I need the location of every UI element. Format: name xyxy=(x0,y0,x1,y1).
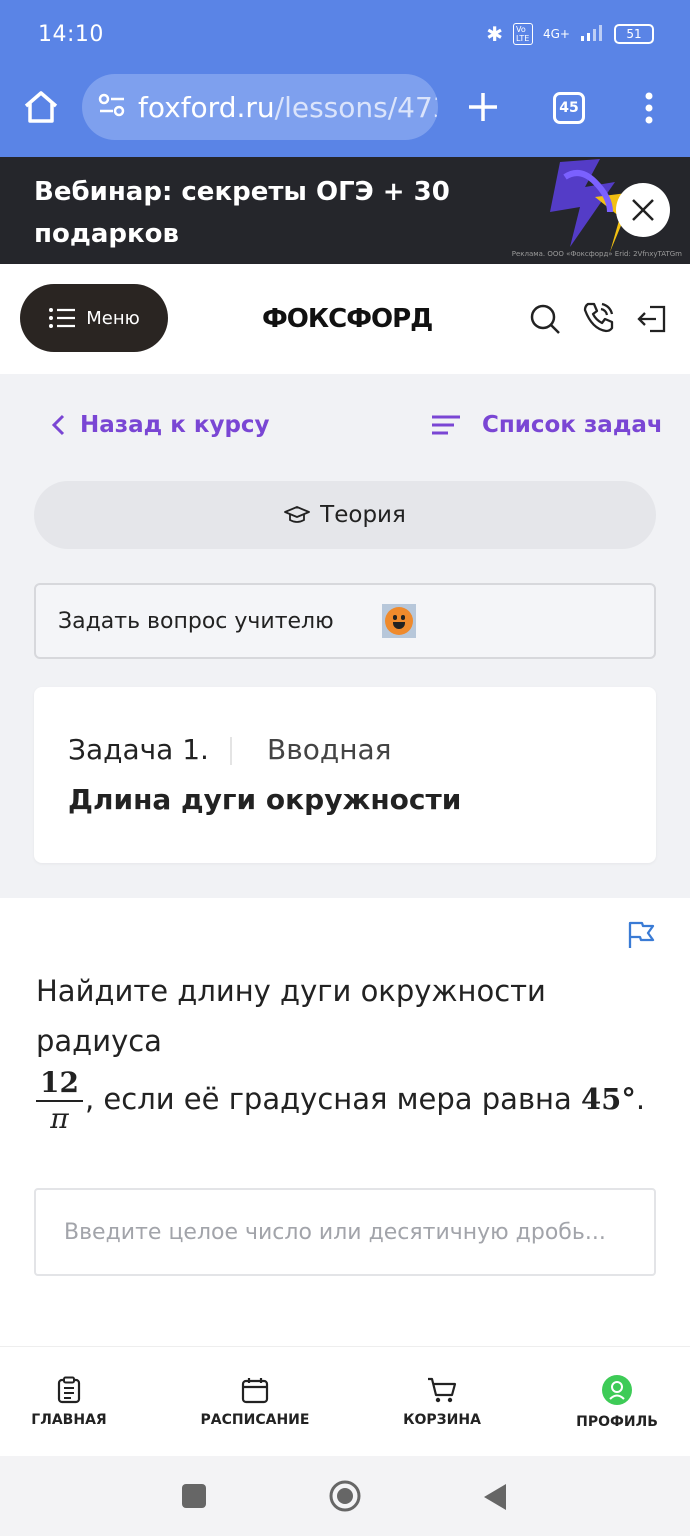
search-icon[interactable] xyxy=(528,302,562,340)
site-header: Меню ФОКСФОРД xyxy=(0,264,690,374)
problem-end: . xyxy=(635,1082,646,1116)
nav-home[interactable]: ГЛАВНАЯ xyxy=(20,1347,118,1457)
site-settings-icon[interactable] xyxy=(98,93,126,121)
url-text: foxford.ru/lessons/473 xyxy=(138,91,438,124)
problem-condition: , если её градусная мера равна xyxy=(84,1082,581,1116)
problem-line-2: 12 π , если её градусная мера равна 45°. xyxy=(36,1066,666,1136)
back-to-course-link[interactable]: Назад к курсу xyxy=(50,412,270,438)
status-icons: ✱ Vo LTE 4G+ 51 xyxy=(486,22,654,46)
recents-icon[interactable] xyxy=(182,1484,206,1508)
menu-icon xyxy=(49,308,76,328)
nav-schedule-label: РАСПИСАНИЕ xyxy=(200,1412,310,1428)
ad-close-button[interactable] xyxy=(616,183,670,237)
task-title: Длина дуги окружности xyxy=(68,783,462,816)
theory-button[interactable]: Теория xyxy=(34,481,656,549)
ask-teacher-button[interactable]: Задать вопрос учителю xyxy=(34,583,656,659)
more-menu-icon[interactable] xyxy=(644,92,654,128)
volte-badge: Vo LTE xyxy=(513,23,533,45)
nav-cart[interactable]: КОРЗИНА xyxy=(392,1347,492,1457)
site-logo[interactable]: ФОКСФОРД xyxy=(262,304,433,334)
problem-statement: Найдите длину дуги окружности радиуса 12… xyxy=(36,966,666,1136)
ask-teacher-label: Задать вопрос учителю xyxy=(58,608,334,634)
home-circle-icon[interactable] xyxy=(328,1479,362,1517)
back-triangle-icon[interactable] xyxy=(482,1482,508,1516)
degree-value: 45° xyxy=(581,1082,636,1116)
network-label: 4G+ xyxy=(543,27,570,41)
system-navigation-bar xyxy=(0,1456,690,1536)
task-list-label: Список задач xyxy=(482,412,663,438)
clipboard-icon xyxy=(57,1376,81,1404)
cart-icon xyxy=(428,1377,457,1403)
task-list-link[interactable]: Список задач xyxy=(432,412,663,438)
bluetooth-icon: ✱ xyxy=(486,22,503,46)
radius-fraction: 12 π xyxy=(36,1066,83,1136)
report-flag-icon[interactable] xyxy=(626,920,656,954)
login-icon[interactable] xyxy=(636,304,668,338)
signal-icon xyxy=(580,24,604,45)
tab-switcher-button[interactable]: 45 xyxy=(553,92,585,124)
fraction-numerator: 12 xyxy=(36,1066,83,1102)
bottom-navigation: ГЛАВНАЯ РАСПИСАНИЕ КОРЗИНА ПРОФИЛЬ xyxy=(0,1346,690,1456)
menu-button[interactable]: Меню xyxy=(20,284,168,352)
answer-input[interactable] xyxy=(34,1188,656,1276)
smiley-icon xyxy=(381,604,416,638)
nav-profile-label: ПРОФИЛЬ xyxy=(576,1414,658,1430)
fraction-denominator: π xyxy=(50,1102,69,1135)
url-host: foxford.ru xyxy=(138,90,275,124)
nav-schedule[interactable]: РАСПИСАНИЕ xyxy=(190,1347,320,1457)
ad-title: Вебинар: секреты ОГЭ + 30 подарков xyxy=(34,177,450,249)
list-icon xyxy=(432,415,460,435)
back-to-course-label: Назад к курсу xyxy=(80,412,270,438)
url-path: /lessons/473 xyxy=(274,90,438,124)
ad-banner[interactable]: Вебинар: секреты ОГЭ + 30 подарков Рекла… xyxy=(0,157,690,264)
new-tab-icon[interactable] xyxy=(466,90,500,128)
home-icon[interactable] xyxy=(22,88,60,130)
problem-line-1: Найдите длину дуги окружности радиуса xyxy=(36,974,546,1058)
ad-legal-text: Реклама. ООО «Фоксфорд» Erid: 2VfnxyTATG… xyxy=(511,250,682,258)
status-time: 14:10 xyxy=(38,22,104,47)
theory-label: Теория xyxy=(320,502,406,528)
avatar xyxy=(602,1375,632,1405)
chevron-left-icon xyxy=(51,414,65,436)
browser-chrome: 14:10 ✱ Vo LTE 4G+ 51 foxford.ru/lessons… xyxy=(0,0,690,157)
graduation-cap-icon xyxy=(284,506,311,523)
lesson-header-area: Назад к курсу Список задач Теория Задать… xyxy=(0,374,690,898)
task-number: Задача 1. xyxy=(68,733,209,766)
calendar-icon xyxy=(241,1378,269,1404)
nav-cart-label: КОРЗИНА xyxy=(403,1412,481,1428)
nav-home-label: ГЛАВНАЯ xyxy=(31,1412,107,1428)
battery-indicator: 51 xyxy=(614,24,654,44)
nav-profile[interactable]: ПРОФИЛЬ xyxy=(566,1347,668,1457)
task-kind: Вводная xyxy=(267,733,392,766)
close-icon xyxy=(632,199,654,221)
phone-icon[interactable] xyxy=(582,300,616,338)
task-divider xyxy=(230,737,232,765)
menu-label: Меню xyxy=(86,307,140,329)
task-card: Задача 1. Вводная Длина дуги окружности xyxy=(34,687,656,863)
url-bar[interactable]: foxford.ru/lessons/473 xyxy=(82,74,438,140)
